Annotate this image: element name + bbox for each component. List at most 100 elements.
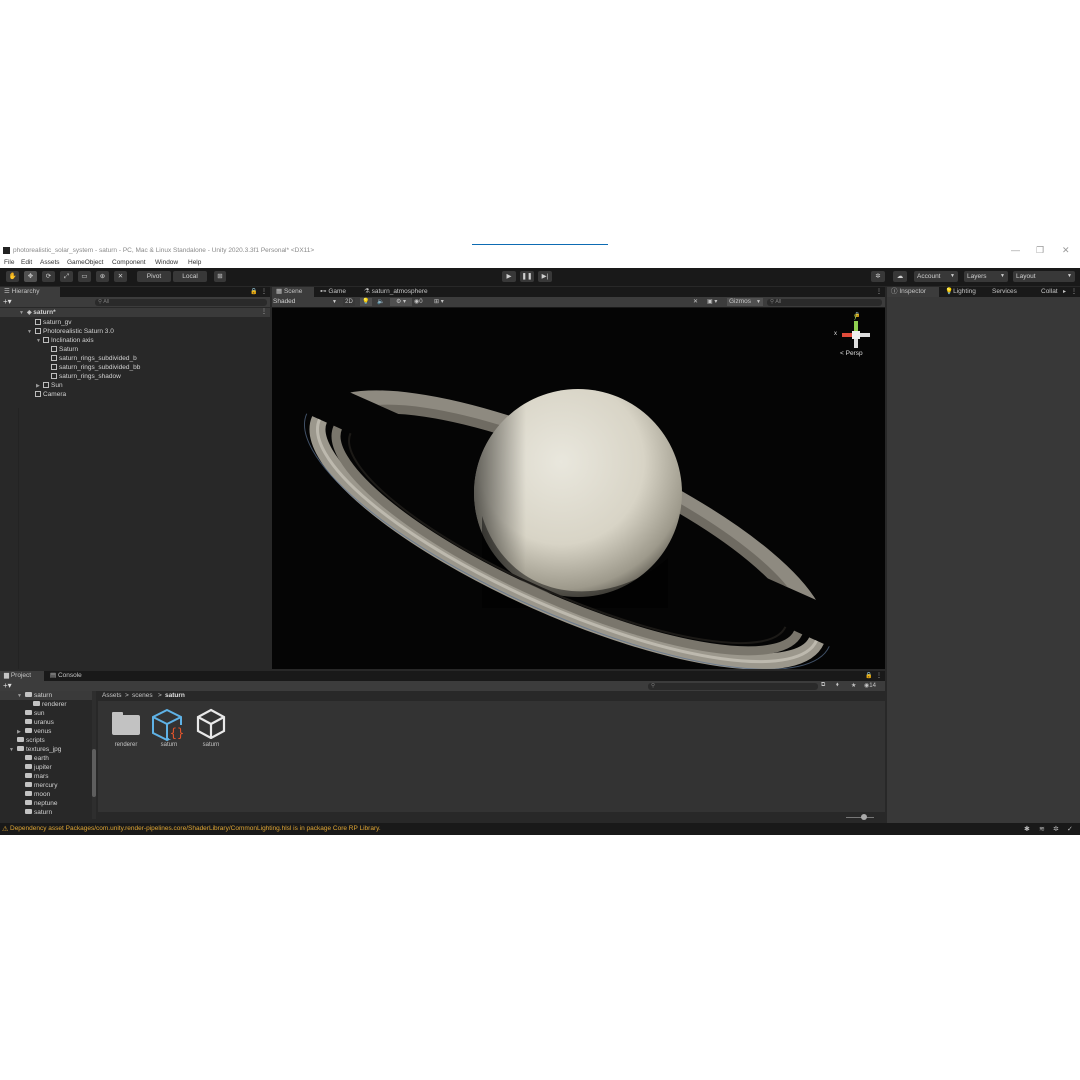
lighting-toggle-icon[interactable]: 💡 xyxy=(360,298,372,306)
collab-icon[interactable]: ✲ xyxy=(871,271,885,282)
zoom-slider-thumb[interactable] xyxy=(861,814,867,820)
tree-item-renderer[interactable]: renderer xyxy=(33,700,67,709)
asset-saturn-prefab[interactable]: {} saturn xyxy=(151,707,187,755)
tree-item-uranus[interactable]: uranus xyxy=(25,718,54,727)
gizmos-dropdown[interactable]: Gizmos ▼ xyxy=(727,298,763,306)
expand-triangle-icon[interactable]: ▼ xyxy=(27,329,32,335)
tab-scroll-right-icon[interactable]: ▸ xyxy=(1063,288,1066,295)
hidden-objects-toggle[interactable]: ◉0 xyxy=(414,298,432,306)
grid-dropdown-icon[interactable]: ⊞ ▾ xyxy=(434,298,454,306)
mode-2d-toggle[interactable]: 2D xyxy=(343,298,355,306)
create-add-icon[interactable]: +▾ xyxy=(3,297,12,306)
menu-gameobject[interactable]: GameObject xyxy=(67,259,104,266)
menu-help[interactable]: Help xyxy=(188,259,201,266)
auto-generate-lighting-icon[interactable]: ✓ xyxy=(1067,825,1073,833)
scene-viewport[interactable]: 🔒 y x < Persp xyxy=(272,308,885,669)
camera-dropdown-icon[interactable]: ▣ ▾ xyxy=(707,298,725,306)
custom-tool-button[interactable]: ✕ xyxy=(114,271,127,282)
hierarchy-item-camera[interactable]: Camera xyxy=(35,390,66,399)
hierarchy-search-input[interactable]: ⚲ All xyxy=(95,299,267,306)
gizmo-neg-y-axis[interactable] xyxy=(854,339,858,348)
tab-inspector[interactable]: ⓘ Inspector xyxy=(887,287,939,297)
more-options-icon[interactable]: ⋮ xyxy=(261,288,267,295)
tab-hierarchy[interactable]: ☰ Hierarchy xyxy=(0,287,60,297)
tree-item-saturn-textures[interactable]: saturn xyxy=(25,808,52,817)
transform-tool-button[interactable]: ⊕ xyxy=(96,271,109,282)
minimize-button[interactable]: — xyxy=(1011,245,1020,255)
local-toggle[interactable]: Local xyxy=(173,271,207,282)
hidden-packages-toggle[interactable]: ◉14 xyxy=(864,682,876,689)
expand-triangle-icon[interactable]: ▼ xyxy=(36,338,41,344)
move-tool-button[interactable]: ✥ xyxy=(24,271,37,282)
pause-button[interactable]: ❚❚ xyxy=(520,271,534,282)
create-add-icon[interactable]: +▾ xyxy=(3,681,12,690)
tree-item-textures-jpg[interactable]: textures_jpg xyxy=(17,745,61,754)
tools-icon[interactable]: ✕ xyxy=(693,298,703,306)
tab-saturn-atmosphere[interactable]: ⚗ saturn_atmosphere xyxy=(360,287,440,297)
hierarchy-item-rings-shadow[interactable]: saturn_rings_shadow xyxy=(51,372,121,381)
close-button[interactable]: ✕ xyxy=(1062,245,1070,256)
hand-tool-button[interactable]: ✋ xyxy=(6,271,19,282)
status-message[interactable]: Dependency asset Packages/com.unity.rend… xyxy=(10,825,381,832)
audio-toggle-icon[interactable]: 🔈 xyxy=(375,298,387,306)
grid-snap-button[interactable]: ⊞ xyxy=(214,271,226,282)
tree-item-jupiter[interactable]: jupiter xyxy=(25,763,52,772)
tree-scrollbar-thumb[interactable] xyxy=(92,749,96,797)
bug-icon[interactable]: ✱ xyxy=(1024,825,1030,833)
hierarchy-item-rings-b[interactable]: saturn_rings_subdivided_b xyxy=(51,354,137,363)
tree-item-mars[interactable]: mars xyxy=(25,772,48,781)
menu-component[interactable]: Component xyxy=(112,259,146,266)
menu-window[interactable]: Window xyxy=(155,259,178,266)
tree-item-sun[interactable]: sun xyxy=(25,709,44,718)
tree-item-moon[interactable]: moon xyxy=(25,790,50,799)
tab-services[interactable]: Services xyxy=(988,287,1030,297)
breadcrumb-saturn[interactable]: saturn xyxy=(165,692,185,699)
maximize-button[interactable]: ❐ xyxy=(1036,245,1044,256)
expand-triangle-icon[interactable]: ▼ xyxy=(17,693,22,699)
filter-label-icon[interactable]: ⬧ xyxy=(836,682,839,689)
hierarchy-item-saturn[interactable]: Saturn xyxy=(51,345,78,354)
tab-scene[interactable]: ▦ Scene xyxy=(272,287,314,297)
more-options-icon[interactable]: ⋮ xyxy=(1071,288,1077,295)
more-options-icon[interactable]: ⋮ xyxy=(876,672,882,679)
orientation-gizmo[interactable]: 🔒 y x < Persp xyxy=(824,310,874,370)
tab-lighting[interactable]: 💡Lighting xyxy=(941,287,987,297)
asset-renderer-folder[interactable]: renderer xyxy=(108,711,144,755)
expand-triangle-icon[interactable]: ▼ xyxy=(9,747,14,753)
tree-item-earth[interactable]: earth xyxy=(25,754,49,763)
hierarchy-item-inclination-axis[interactable]: Inclination axis xyxy=(43,336,94,345)
menu-file[interactable]: File xyxy=(4,259,14,266)
menu-assets[interactable]: Assets xyxy=(40,259,60,266)
layout-dropdown[interactable]: Layout ▼ xyxy=(1013,271,1075,282)
gizmo-center-cube[interactable] xyxy=(852,331,860,339)
tree-item-venus[interactable]: venus xyxy=(25,727,51,736)
cache-server-icon[interactable]: ≋ xyxy=(1039,825,1045,833)
tree-item-scripts[interactable]: scripts xyxy=(17,736,45,745)
scene-row[interactable]: ▼ ◈ saturn* ⋮ xyxy=(0,308,270,317)
scene-options-icon[interactable]: ⋮ xyxy=(261,308,267,315)
step-button[interactable]: ▶| xyxy=(538,271,552,282)
breadcrumb-scenes[interactable]: scenes xyxy=(132,692,153,699)
pivot-toggle[interactable]: Pivot xyxy=(137,271,171,282)
shading-mode-dropdown[interactable]: Shaded ▼ xyxy=(273,298,339,306)
hierarchy-item-sun[interactable]: Sun xyxy=(43,381,63,390)
tab-game[interactable]: ⊷ Game xyxy=(316,287,356,297)
effects-dropdown-icon[interactable]: ⚙ ▾ xyxy=(390,298,412,306)
account-dropdown[interactable]: Account ▼ xyxy=(914,271,958,282)
breadcrumb-assets[interactable]: Assets xyxy=(102,692,122,699)
tab-project[interactable]: ▆ Project xyxy=(0,671,44,681)
rect-tool-button[interactable]: ▭ xyxy=(78,271,91,282)
progress-spinner-icon[interactable]: ✲ xyxy=(1053,825,1059,833)
lock-icon[interactable]: 🔒 xyxy=(865,672,872,679)
tree-item-saturn[interactable]: saturn xyxy=(25,691,52,700)
cloud-icon[interactable]: ☁ xyxy=(893,271,907,282)
projection-label[interactable]: < Persp xyxy=(840,350,863,357)
gizmo-y-axis[interactable] xyxy=(854,321,858,331)
hierarchy-item-rings-bb[interactable]: saturn_rings_subdivided_bb xyxy=(51,363,140,372)
gizmo-neg-x-axis[interactable] xyxy=(860,333,870,337)
asset-saturn-scene[interactable]: saturn xyxy=(193,707,229,755)
scene-search-input[interactable]: ⚲ All xyxy=(767,299,882,306)
hierarchy-item-saturn-gv[interactable]: saturn_gv xyxy=(35,318,72,327)
tree-scrollbar[interactable] xyxy=(92,691,96,819)
tree-item-neptune[interactable]: neptune xyxy=(25,799,58,808)
